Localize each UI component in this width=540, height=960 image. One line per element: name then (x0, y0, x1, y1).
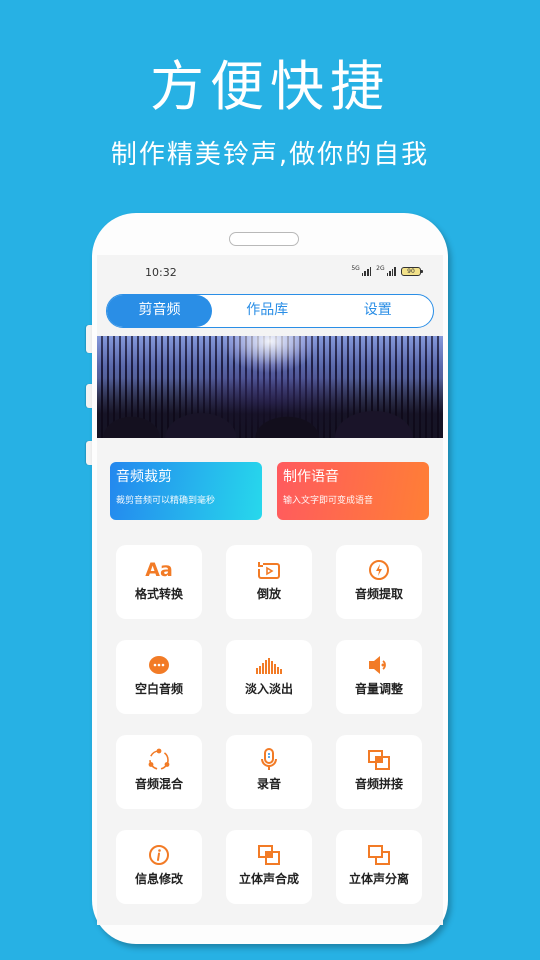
format-convert-icon: Aa (145, 559, 173, 581)
tool-stereo-merge[interactable]: 立体声合成 (226, 830, 312, 904)
promo-headline: 方便快捷 (150, 55, 390, 118)
volume-icon (336, 654, 422, 676)
tool-audio-extract[interactable]: 音频提取 (336, 545, 422, 619)
phone-speaker (229, 232, 299, 246)
tool-stereo-split[interactable]: 立体声分离 (336, 830, 422, 904)
splice-squares-icon (336, 749, 422, 771)
tool-volume[interactable]: 音量调整 (336, 640, 422, 714)
blank-audio-icon (116, 654, 202, 676)
audio-cut-card[interactable]: 音频裁剪 裁剪音频可以精确到毫秒 (110, 462, 262, 520)
card-title: 制作语音 (283, 469, 339, 485)
status-time: 10:32 (145, 266, 177, 279)
make-voice-card[interactable]: 制作语音 输入文字即可变成语音 (277, 462, 429, 520)
mix-circle-icon (116, 748, 202, 771)
status-bar: 10:32 5G 2G 90 (97, 265, 443, 281)
tab-bar: 剪音频 作品库 设置 (106, 294, 434, 328)
tab-works-library[interactable]: 作品库 (212, 295, 323, 327)
card-desc: 输入文字即可变成语音 (283, 496, 374, 506)
stereo-merge-icon (226, 844, 312, 866)
card-desc: 裁剪音频可以精确到毫秒 (116, 496, 216, 506)
tool-format-convert[interactable]: Aa 格式转换 (116, 545, 202, 619)
tool-fade[interactable]: 淡入淡出 (226, 640, 312, 714)
info-icon (116, 844, 202, 866)
extract-lightning-icon (336, 559, 422, 581)
reverse-play-icon (226, 559, 312, 581)
tool-audio-mix[interactable]: 音频混合 (116, 735, 202, 809)
signal-icon: 5G (351, 266, 372, 276)
fade-bars-icon (226, 654, 312, 676)
battery-icon: 90 (401, 266, 423, 276)
app-screen: 10:32 5G 2G 90 剪音频 作品库 设置 音频裁剪 裁剪音频可以精确到… (97, 255, 443, 925)
card-title: 音频裁剪 (116, 469, 172, 485)
promo-subline: 制作精美铃声,做你的自我 (110, 140, 430, 170)
phone-frame: 10:32 5G 2G 90 剪音频 作品库 设置 音频裁剪 裁剪音频可以精确到… (92, 213, 448, 944)
tab-settings[interactable]: 设置 (323, 295, 434, 327)
signal-icon: 2G (376, 266, 396, 276)
tool-audio-splice[interactable]: 音频拼接 (336, 735, 422, 809)
stereo-split-icon (336, 844, 422, 866)
microphone-icon (226, 748, 312, 771)
tool-record[interactable]: 录音 (226, 735, 312, 809)
tool-blank-audio[interactable]: 空白音频 (116, 640, 202, 714)
concert-crowd-image (97, 378, 443, 438)
tab-cut-audio[interactable]: 剪音频 (107, 295, 212, 327)
tool-reverse[interactable]: 倒放 (226, 545, 312, 619)
banner-image[interactable] (97, 336, 443, 438)
tool-info-edit[interactable]: 信息修改 (116, 830, 202, 904)
